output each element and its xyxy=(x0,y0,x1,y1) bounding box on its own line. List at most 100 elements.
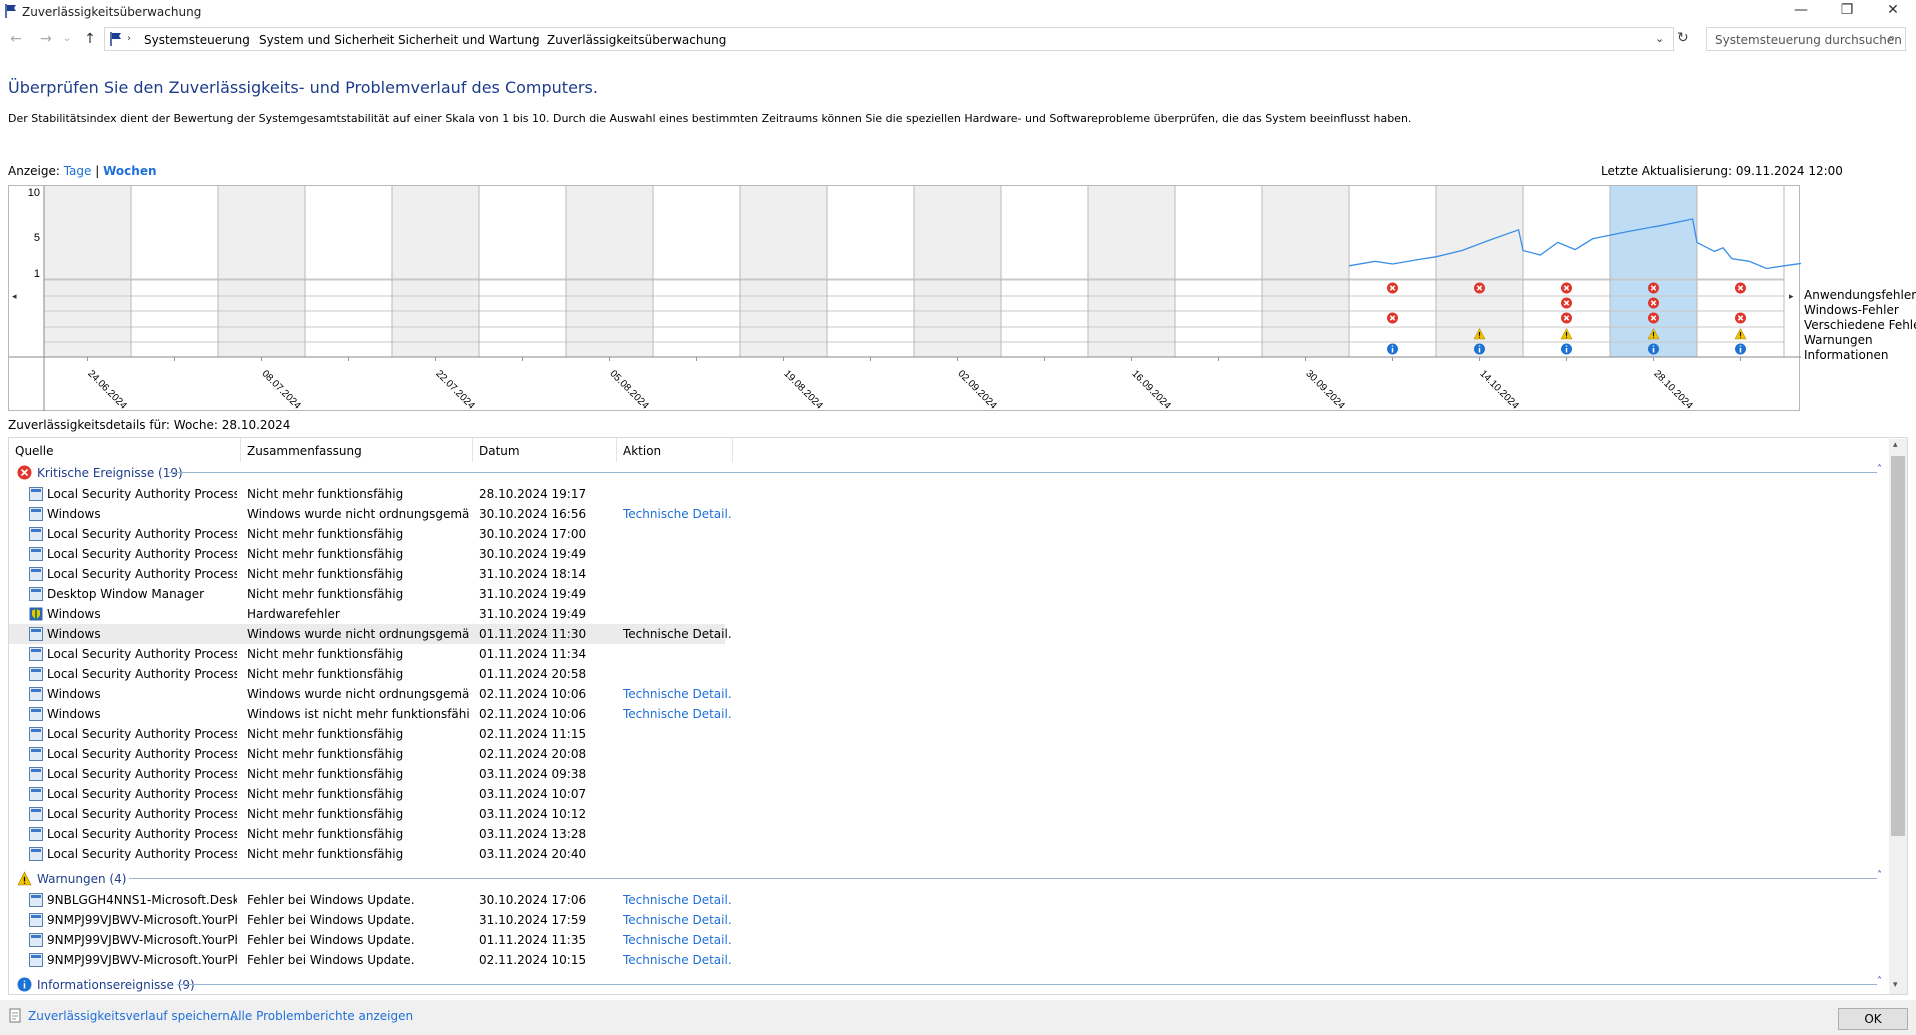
chevron-down-icon[interactable]: ⌄ xyxy=(1655,32,1664,45)
scroll-down-icon[interactable]: ▾ xyxy=(1893,980,1898,990)
error-marker-icon[interactable] xyxy=(1735,312,1746,324)
back-arrow-icon[interactable]: ← xyxy=(6,30,26,50)
info-marker-icon[interactable] xyxy=(1648,343,1659,355)
group-title: Warnungen (4) xyxy=(37,872,127,886)
forward-arrow-icon[interactable]: → xyxy=(36,30,56,50)
table-row[interactable]: Local Security Authority Process Nicht me… xyxy=(9,764,1889,784)
y-tick-label: 1 xyxy=(34,268,40,280)
table-row[interactable]: Local Security Authority Process Nicht me… xyxy=(9,664,1889,684)
scroll-up-icon[interactable]: ▴ xyxy=(1893,440,1898,450)
info-marker-icon[interactable] xyxy=(1735,343,1746,355)
application-icon xyxy=(29,747,43,761)
table-row[interactable]: Desktop Window Manager Nicht mehr funktio… xyxy=(9,584,1889,604)
row-source: 9NMPJ99VJBWV-Microsoft.YourPh... xyxy=(47,933,237,947)
scroll-right-icon[interactable]: ▸ xyxy=(1789,292,1794,302)
row-action-link[interactable]: Technische Detail... xyxy=(623,687,731,701)
recent-dropdown-icon[interactable]: ⌄ xyxy=(60,30,74,50)
collapse-chevron-icon[interactable]: ˄ xyxy=(1877,464,1882,475)
table-row[interactable]: Local Security Authority Process Nicht me… xyxy=(9,524,1889,544)
all-reports-link[interactable]: Alle Problemberichte anzeigen xyxy=(230,1009,413,1023)
collapse-chevron-icon[interactable]: ˄ xyxy=(1877,976,1882,987)
row-summary: Nicht mehr funktionsfähig xyxy=(247,767,404,781)
row-action-link[interactable]: Technische Detail... xyxy=(623,893,731,907)
application-icon xyxy=(29,667,43,681)
error-marker-icon[interactable] xyxy=(1474,282,1485,294)
table-row[interactable]: 9NMPJ99VJBWV-Microsoft.YourPh... Fehler b… xyxy=(9,930,1889,950)
column-header-date[interactable]: Datum xyxy=(473,438,617,462)
table-row[interactable]: Windows Windows wurde nicht ordnungsgemäß… xyxy=(9,504,1889,524)
view-weeks-link[interactable]: Wochen xyxy=(103,164,156,178)
table-row[interactable]: 9NBLGGH4NNS1-Microsoft.Deskt... Fehler be… xyxy=(9,890,1889,910)
column-header-source[interactable]: Quelle xyxy=(9,438,241,462)
breadcrumb-item[interactable]: Sicherheit und Wartung xyxy=(398,33,540,47)
breadcrumb-item[interactable]: System und Sicherheit xyxy=(259,33,395,47)
error-marker-icon[interactable] xyxy=(1648,297,1659,309)
error-marker-icon[interactable] xyxy=(1387,282,1398,294)
group-header-info[interactable]: Informationsereignisse (9) ˄ xyxy=(9,974,1889,994)
scroll-left-icon[interactable]: ◂ xyxy=(12,292,17,302)
row-action-link[interactable]: Technische Detail... xyxy=(623,913,731,927)
up-arrow-icon[interactable]: ↑ xyxy=(80,30,100,50)
table-row[interactable]: Local Security Authority Process Nicht me… xyxy=(9,544,1889,564)
table-row[interactable]: 9NMPJ99VJBWV-Microsoft.YourPh... Fehler b… xyxy=(9,950,1889,970)
error-marker-icon[interactable] xyxy=(1561,297,1572,309)
row-action-link[interactable]: Technische Detail... xyxy=(623,933,731,947)
save-history-link[interactable]: Zuverlässigkeitsverlauf speichern... xyxy=(28,1009,241,1023)
table-row[interactable]: Local Security Authority Process Nicht me… xyxy=(9,484,1889,504)
table-row[interactable]: Local Security Authority Process Nicht me… xyxy=(9,744,1889,764)
table-row[interactable]: Windows Windows ist nicht mehr funktionsf… xyxy=(9,704,1889,724)
minimize-button[interactable]: — xyxy=(1778,0,1824,22)
row-action-link[interactable]: Technische Detail... xyxy=(623,507,731,521)
application-icon xyxy=(29,487,43,501)
chevron-right-icon: › xyxy=(127,33,131,44)
row-action-link[interactable]: Technische Detail... xyxy=(623,707,731,721)
group-header-warning[interactable]: Warnungen (4) ˄ xyxy=(9,868,1889,890)
application-icon xyxy=(29,893,43,907)
breadcrumb-item[interactable]: Systemsteuerung xyxy=(144,33,250,47)
table-row[interactable]: 9NMPJ99VJBWV-Microsoft.YourPh... Fehler b… xyxy=(9,910,1889,930)
info-marker-icon[interactable] xyxy=(1387,343,1398,355)
row-summary: Fehler bei Windows Update. xyxy=(247,933,415,947)
table-row[interactable]: Local Security Authority Process Nicht me… xyxy=(9,564,1889,584)
restore-button[interactable]: ❐ xyxy=(1824,0,1870,22)
table-row[interactable]: Local Security Authority Process Nicht me… xyxy=(9,724,1889,744)
info-marker-icon[interactable] xyxy=(1561,343,1572,355)
legend-misc-errors: Verschiedene Fehler xyxy=(1804,318,1916,332)
error-marker-icon[interactable] xyxy=(1561,312,1572,324)
row-date: 31.10.2024 18:14 xyxy=(479,567,587,581)
group-header-error[interactable]: Kritische Ereignisse (19) ˄ xyxy=(9,462,1889,484)
application-icon xyxy=(29,913,43,927)
ok-button[interactable]: OK xyxy=(1838,1008,1908,1030)
breadcrumb-item[interactable]: Zuverlässigkeitsüberwachung xyxy=(547,33,726,47)
error-marker-icon[interactable] xyxy=(1648,282,1659,294)
error-marker-icon[interactable] xyxy=(1735,282,1746,294)
table-row[interactable]: Local Security Authority Process Nicht me… xyxy=(9,784,1889,804)
error-marker-icon[interactable] xyxy=(1648,312,1659,324)
table-row[interactable]: Local Security Authority Process Nicht me… xyxy=(9,644,1889,664)
refresh-icon[interactable]: ↻ xyxy=(1677,30,1689,46)
column-header-summary[interactable]: Zusammenfassung xyxy=(241,438,473,462)
row-action-link[interactable]: Technische Detail... xyxy=(623,953,731,967)
stability-chart-svg[interactable]: 10 5 1 24.06.2024 08.07.2024 22.07.2024 05.08.… xyxy=(9,186,1801,412)
close-button[interactable]: ✕ xyxy=(1870,0,1916,22)
column-header-action[interactable]: Aktion xyxy=(617,438,733,462)
error-marker-icon[interactable] xyxy=(1561,282,1572,294)
table-row[interactable]: Windows Windows wurde nicht ordnungsgemäß… xyxy=(9,624,1889,644)
error-marker-icon[interactable] xyxy=(1387,312,1398,324)
row-action-link[interactable]: Technische Detail... xyxy=(623,627,731,641)
address-bar[interactable]: › Systemsteuerung › System und Sicherhei… xyxy=(104,27,1674,51)
search-icon[interactable]: ⌕ xyxy=(1888,31,1895,46)
stability-chart[interactable]: 10 5 1 24.06.2024 08.07.2024 22.07.2024 05.08.… xyxy=(8,185,1801,412)
collapse-chevron-icon[interactable]: ˄ xyxy=(1877,870,1882,881)
table-row[interactable]: Local Security Authority Process Nicht me… xyxy=(9,844,1889,864)
chart-column xyxy=(1001,186,1088,357)
table-row[interactable]: Windows Hardwarefehler 31.10.2024 19:49 xyxy=(9,604,1889,624)
scrollbar-thumb[interactable] xyxy=(1891,456,1905,836)
view-days-link[interactable]: Tage xyxy=(64,164,92,178)
table-row[interactable]: Windows Windows wurde nicht ordnungsgemäß… xyxy=(9,684,1889,704)
table-row[interactable]: Local Security Authority Process Nicht me… xyxy=(9,824,1889,844)
row-summary: Nicht mehr funktionsfähig xyxy=(247,527,404,541)
info-marker-icon[interactable] xyxy=(1474,343,1485,355)
search-input[interactable]: Systemsteuerung durchsuchen xyxy=(1706,27,1906,51)
table-row[interactable]: Local Security Authority Process Nicht me… xyxy=(9,804,1889,824)
